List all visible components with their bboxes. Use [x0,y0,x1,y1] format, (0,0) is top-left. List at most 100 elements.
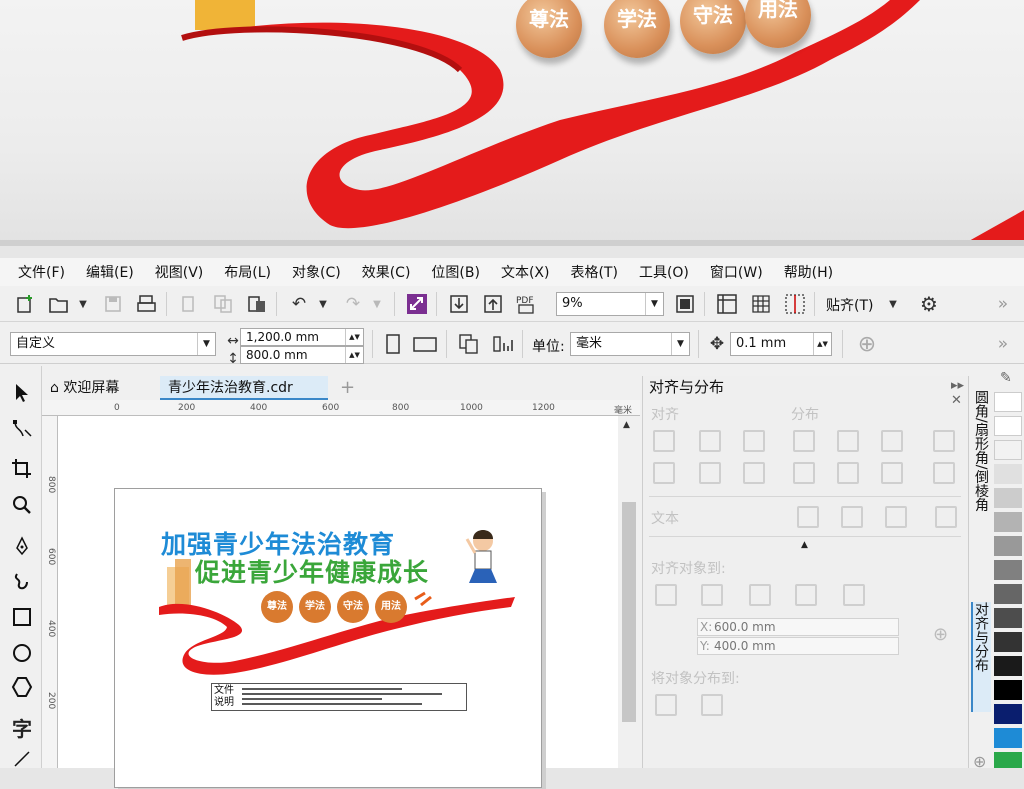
menu-effects[interactable]: 效果(C) [362,262,411,282]
text-first-line-icon[interactable] [797,506,819,528]
open-dropdown-icon[interactable]: ▼ [70,291,96,317]
distribute-middle-icon[interactable] [837,462,859,484]
menu-tools[interactable]: 工具(O) [639,262,689,282]
corel-connect-icon[interactable] [404,291,430,317]
seal-shoufa[interactable]: 守法 [337,591,369,623]
menu-text[interactable]: 文本(X) [501,262,550,282]
palette-swatch[interactable] [994,584,1022,604]
menu-object[interactable]: 对象(C) [292,262,341,282]
tab-fillet-scallop-chamfer[interactable]: 圆角/扇形角/倒棱角 [971,390,991,570]
text-outline-icon[interactable] [935,506,957,528]
zoom-level-combo[interactable]: 9% ▼ [556,292,664,316]
distribute-top-icon[interactable] [793,462,815,484]
scroll-up-icon[interactable]: ▲ [623,420,630,430]
menu-help[interactable]: 帮助(H) [784,262,833,282]
align-to-page-center-icon[interactable] [749,584,771,606]
palette-swatch[interactable] [994,608,1022,628]
distribute-right-icon[interactable] [933,430,955,452]
seal-xuefa[interactable]: 学法 [299,591,331,623]
menu-table[interactable]: 表格(T) [570,262,617,282]
target-point-icon[interactable]: ⊕ [933,624,948,645]
open-folder-icon[interactable] [46,291,72,317]
palette-swatch[interactable] [994,512,1022,532]
menu-edit[interactable]: 编辑(E) [86,262,134,282]
all-pages-icon[interactable] [456,331,482,357]
menu-layout[interactable]: 布局(L) [224,262,271,282]
artistic-media-tool-icon[interactable] [8,566,36,596]
align-bottom-icon[interactable] [743,462,765,484]
palette-swatch[interactable] [994,464,1022,484]
snap-to-button[interactable]: 贴齐(T) [826,295,873,315]
align-to-point-icon[interactable] [843,584,865,606]
height-spin-icon[interactable]: ▲▼ [345,347,363,363]
page-width-field[interactable]: 1,200.0 mm ▲▼ [240,328,364,346]
page-size-preset-combo[interactable]: 自定义 ▼ [10,332,216,356]
undo-dropdown-icon[interactable]: ▼ [310,291,336,317]
new-document-icon[interactable] [12,291,38,317]
chevron-down-icon[interactable]: ▼ [645,293,663,315]
text-tool-icon[interactable]: 字 [8,712,36,742]
show-guidelines-icon[interactable] [782,291,808,317]
distribute-to-page-icon[interactable] [701,694,723,716]
palette-swatch[interactable] [994,752,1022,768]
align-to-active-icon[interactable] [655,584,677,606]
parallel-dimension-tool-icon[interactable] [8,744,36,774]
ellipse-tool-icon[interactable] [8,638,36,668]
toolbar-overflow-icon[interactable]: » [990,291,1016,317]
units-combo[interactable]: 毫米 ▼ [570,332,690,356]
page-height-field[interactable]: 800.0 mm ▲▼ [240,346,364,364]
show-rulers-icon[interactable] [714,291,740,317]
distribute-left-icon[interactable] [793,430,815,452]
freehand-tool-icon[interactable] [8,532,36,562]
vertical-ruler[interactable]: 800 600 400 200 [42,416,58,768]
tab-welcome-screen[interactable]: ⌂ 欢迎屏幕 [42,376,158,400]
distribute-bottom-icon[interactable] [933,462,955,484]
polygon-tool-icon[interactable] [8,672,36,702]
palette-swatch[interactable] [994,440,1022,460]
add-docker-icon[interactable]: ⊕ [973,752,986,771]
distribute-spacing-v-icon[interactable] [881,462,903,484]
file-note-box[interactable]: 文件说明 [211,683,467,711]
portrait-icon[interactable] [380,331,406,357]
collapse-section-icon[interactable]: ▲ [801,540,808,550]
document-page[interactable]: 加强青少年法治教育 促进青少年健康成长 尊法 学法 守法 用法 文件说明 [114,488,542,788]
crop-tool-icon[interactable] [8,454,36,484]
chevron-down-icon[interactable]: ▼ [197,333,215,355]
chevron-down-icon[interactable]: ▼ [671,333,689,355]
menu-file[interactable]: 文件(F) [18,262,65,282]
publish-pdf-icon[interactable]: PDF [514,291,540,317]
text-last-line-icon[interactable] [841,506,863,528]
distribute-spacing-h-icon[interactable] [881,430,903,452]
palette-swatch[interactable] [994,632,1022,652]
headline-2[interactable]: 促进青少年健康成长 [195,553,429,589]
align-y-field[interactable]: Y: 400.0 mm [697,637,899,655]
seal-zunfa[interactable]: 尊法 [261,591,293,623]
save-icon[interactable] [100,291,126,317]
import-icon[interactable] [446,291,472,317]
cut-icon[interactable] [176,291,202,317]
shape-tool-icon[interactable] [8,414,36,444]
palette-swatch[interactable] [994,680,1022,700]
add-tab-icon[interactable]: + [332,376,355,400]
menu-window[interactable]: 窗口(W) [710,262,763,282]
eyedropper-icon[interactable]: ✎ [1000,370,1012,386]
align-center-h-icon[interactable] [699,430,721,452]
palette-swatch[interactable] [994,488,1022,508]
distribute-center-icon[interactable] [837,430,859,452]
align-top-icon[interactable] [653,462,675,484]
landscape-icon[interactable] [412,331,438,357]
export-icon[interactable] [480,291,506,317]
horizontal-ruler[interactable]: 0 200 400 600 800 1000 1200 毫米 [42,400,640,416]
align-to-page-edge-icon[interactable] [701,584,723,606]
palette-swatch[interactable] [994,728,1022,748]
snap-dropdown-icon[interactable]: ▼ [880,291,906,317]
add-preset-icon[interactable]: ⊕ [854,331,880,357]
width-spin-icon[interactable]: ▲▼ [345,329,363,345]
show-grid-icon[interactable] [748,291,774,317]
seal-yongfa[interactable]: 用法 [375,591,407,623]
docker-close-icon[interactable]: ▸▸ ✕ [951,378,968,408]
full-screen-icon[interactable] [672,291,698,317]
palette-swatch[interactable] [994,704,1022,724]
propertybar-overflow-icon[interactable]: » [990,331,1016,357]
gear-icon[interactable]: ⚙ [916,291,942,317]
